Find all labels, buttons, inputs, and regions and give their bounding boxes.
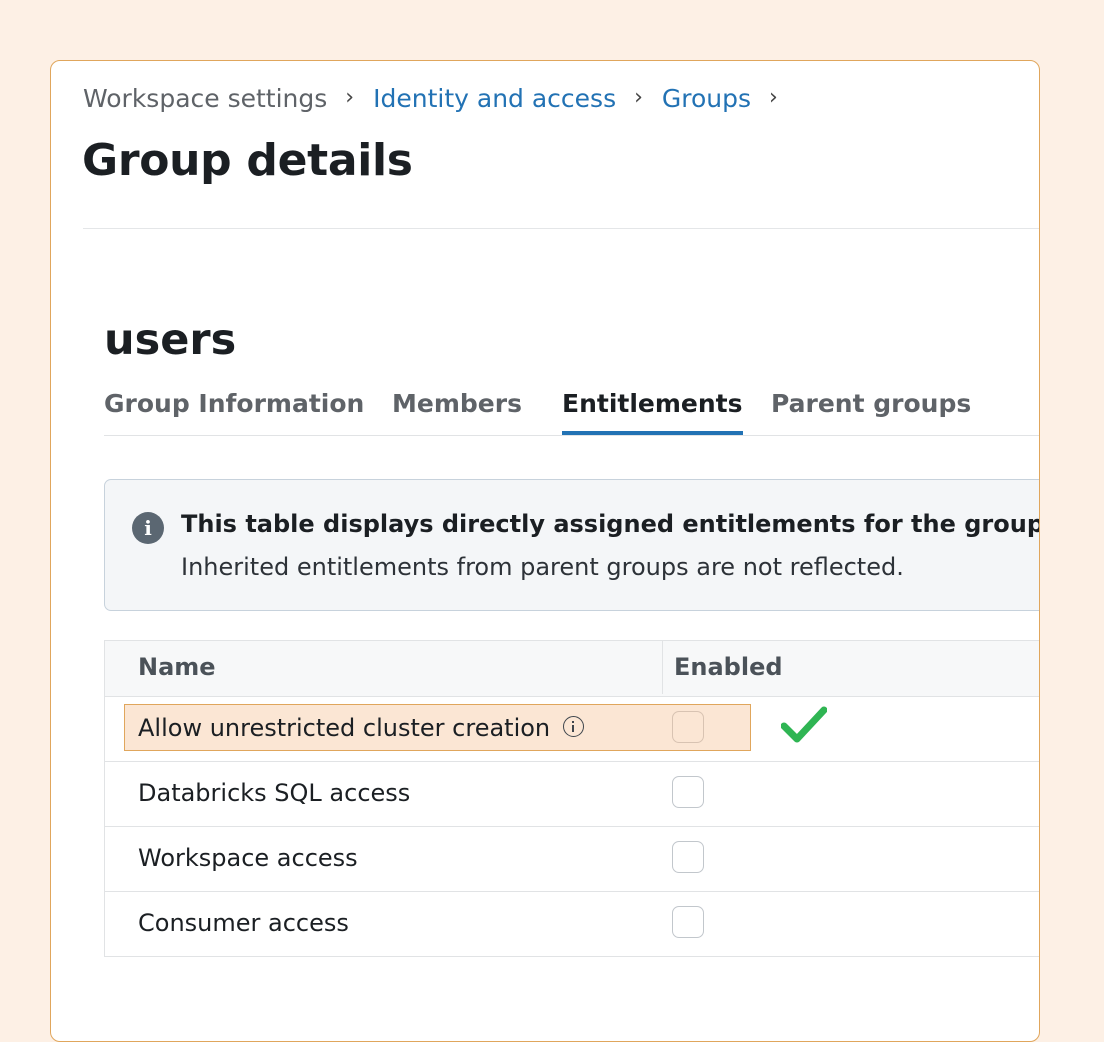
table-row: Databricks SQL access	[105, 762, 1039, 827]
info-circle-icon[interactable]	[563, 715, 585, 737]
entitlement-label: Workspace access	[138, 844, 358, 872]
info-icon: i	[132, 512, 164, 544]
info-banner: i This table displays directly assigned …	[104, 479, 1040, 611]
entitlement-name: Databricks SQL access	[138, 779, 410, 807]
breadcrumb-separator-icon: ›	[769, 85, 778, 110]
column-divider	[662, 641, 663, 694]
breadcrumb-identity-and-access[interactable]: Identity and access	[373, 83, 616, 115]
breadcrumb-separator-icon: ›	[345, 85, 355, 110]
entitlement-name: Allow unrestricted cluster creation	[138, 714, 585, 742]
breadcrumb: Workspace settings › Identity and access…	[83, 83, 797, 115]
entitlement-label: Consumer access	[138, 909, 349, 937]
info-banner-title: This table displays directly assigned en…	[181, 510, 1040, 538]
table-row: Consumer access	[105, 892, 1039, 956]
table-row: Workspace access	[105, 827, 1039, 892]
enabled-checkbox[interactable]	[672, 841, 704, 873]
breadcrumb-separator-icon: ›	[634, 85, 643, 110]
tab-parent-groups[interactable]: Parent groups	[771, 389, 971, 435]
tab-members[interactable]: Members	[392, 389, 522, 435]
header-divider	[83, 228, 1039, 229]
tab-entitlements[interactable]: Entitlements	[562, 389, 743, 435]
column-header-name[interactable]: Name	[138, 653, 216, 681]
page-title: Group details	[82, 135, 413, 186]
enabled-checkbox[interactable]	[672, 776, 704, 808]
breadcrumb-workspace-settings[interactable]: Workspace settings	[83, 83, 327, 115]
entitlements-table: Name Enabled Allow unrestricted cluster …	[104, 640, 1039, 957]
group-name: users	[104, 315, 237, 365]
table-row: Allow unrestricted cluster creation	[105, 697, 1039, 762]
breadcrumb-groups[interactable]: Groups	[662, 83, 751, 115]
tab-group-information[interactable]: Group Information	[104, 389, 364, 435]
entitlement-label: Databricks SQL access	[138, 779, 411, 807]
tab-bar: Group Information Members Entitlements P…	[104, 379, 1039, 436]
enabled-checkbox[interactable]	[672, 711, 704, 743]
check-mark-icon	[781, 706, 827, 743]
group-details-card: Workspace settings › Identity and access…	[50, 60, 1040, 1042]
table-header: Name Enabled	[105, 641, 1039, 697]
entitlement-name: Workspace access	[138, 844, 358, 872]
enabled-checkbox[interactable]	[672, 906, 704, 938]
entitlement-label: Allow unrestricted cluster creation	[138, 714, 551, 742]
column-header-enabled[interactable]: Enabled	[674, 653, 783, 681]
entitlement-name: Consumer access	[138, 909, 349, 937]
info-banner-body: Inherited entitlements from parent group…	[181, 553, 904, 581]
